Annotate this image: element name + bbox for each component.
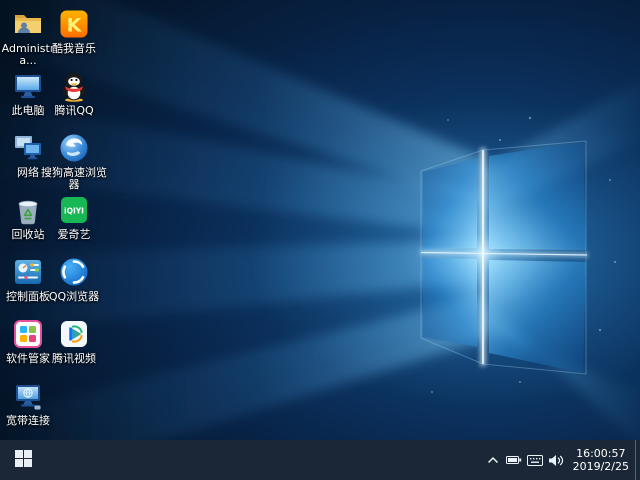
desktop-icon-tencent-qq[interactable]: 腾讯QQ <box>40 70 108 117</box>
taskbar: 16:00:57 2019/2/25 <box>0 440 640 480</box>
desktop-icon-broadband-connection[interactable]: 宽带连接 <box>0 380 62 427</box>
input-keyboard-icon[interactable] <box>525 440 546 480</box>
windows-start-icon <box>14 449 32 471</box>
tencent-video-icon <box>58 318 90 350</box>
kuwo-music-icon: K <box>58 8 90 40</box>
iqiyi-icon: iQIYI <box>58 194 90 226</box>
qq-penguin-icon <box>58 70 90 102</box>
broadband-monitor-icon <box>12 380 44 412</box>
hidden-icons-chevron[interactable] <box>483 440 504 480</box>
sogou-browser-icon <box>58 132 90 164</box>
desktop-icon-label: 酷我音乐 <box>52 42 96 55</box>
system-tray: 16:00:57 2019/2/25 <box>483 440 640 480</box>
battery-icon[interactable] <box>504 440 525 480</box>
desktop-icon-label: 腾讯视频 <box>52 352 96 365</box>
desktop-icon-kuwo-music[interactable]: K 酷我音乐 <box>40 8 108 55</box>
taskbar-clock[interactable]: 16:00:57 2019/2/25 <box>573 447 629 473</box>
svg-text:K: K <box>67 15 83 37</box>
desktop-icon-qq-browser[interactable]: QQ浏览器 <box>40 256 108 303</box>
qq-browser-icon <box>58 256 90 288</box>
desktop-icon-tencent-video[interactable]: 腾讯视频 <box>40 318 108 365</box>
windows-desktop: Administra... 此电脑 网络 回收站 控制面板 软件管家 宽带连接 … <box>0 0 640 480</box>
show-desktop-button[interactable] <box>635 440 640 480</box>
clock-date: 2019/2/25 <box>572 460 629 473</box>
desktop-icon-label: QQ浏览器 <box>48 290 100 303</box>
volume-icon[interactable] <box>546 440 567 480</box>
desktop-icon-label: 爱奇艺 <box>57 228 91 241</box>
clock-time: 16:00:57 <box>576 447 626 460</box>
desktop-icon-iqiyi[interactable]: iQIYI 爱奇艺 <box>40 194 108 241</box>
svg-text:iQIYI: iQIYI <box>64 207 84 216</box>
desktop-icon-label: 搜狗高速浏览器 <box>41 166 107 191</box>
desktop-icon-label: 腾讯QQ <box>54 104 94 117</box>
start-button[interactable] <box>0 440 46 480</box>
desktop-icon-sogou-browser[interactable]: 搜狗高速浏览器 <box>40 132 108 191</box>
desktop-icon-label: 宽带连接 <box>6 414 50 427</box>
